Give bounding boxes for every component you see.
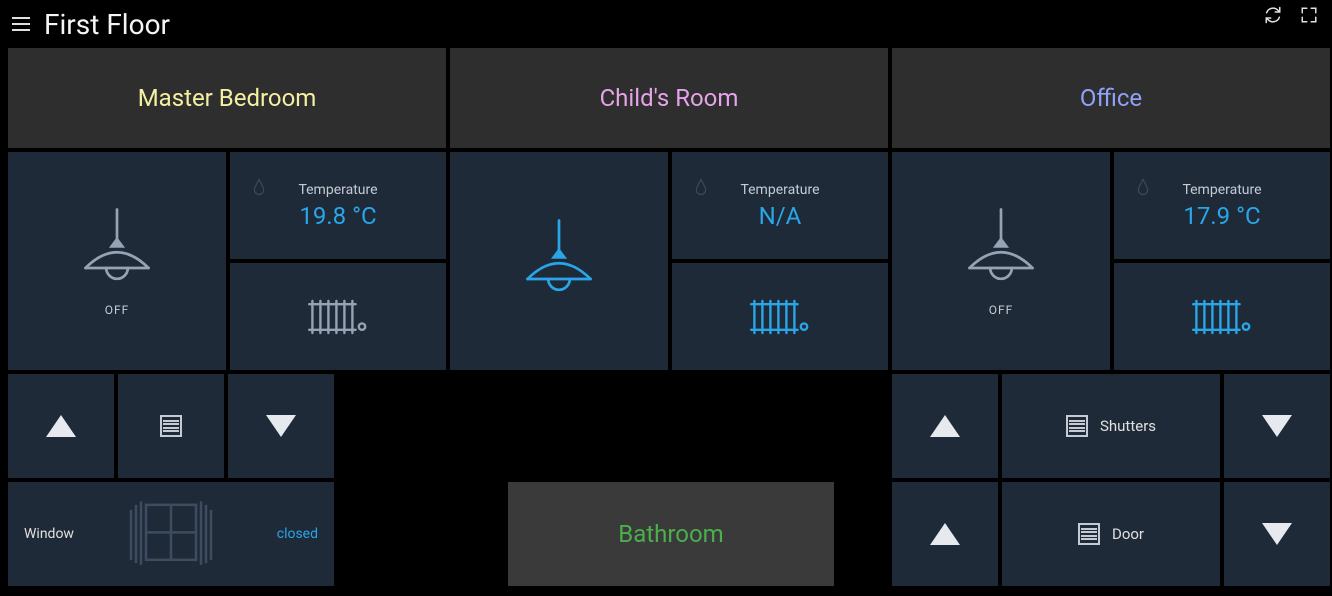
master-radiator-tile[interactable] bbox=[230, 263, 446, 370]
child-light-tile[interactable] bbox=[450, 152, 668, 370]
topbar-actions bbox=[1264, 6, 1318, 24]
col-office: Office OFF Temperature 17.9 °C bbox=[892, 48, 1330, 586]
radiator-icon bbox=[1190, 293, 1254, 341]
room-header-office[interactable]: Office bbox=[892, 48, 1330, 148]
col-child: Child's Room Temperature N/A bbox=[450, 48, 888, 586]
fullscreen-icon[interactable] bbox=[1300, 6, 1318, 24]
master-window-tile[interactable]: Window closed bbox=[8, 482, 334, 586]
shutters-label: Shutters bbox=[1100, 417, 1156, 435]
office-light-tile[interactable]: OFF bbox=[892, 152, 1110, 370]
page-title: First Floor bbox=[44, 8, 170, 41]
office-door-row: Door bbox=[892, 482, 1330, 586]
spacer bbox=[338, 482, 446, 586]
menu-icon[interactable] bbox=[12, 15, 30, 33]
triangle-down-icon bbox=[266, 415, 296, 437]
room-header-bathroom[interactable]: Bathroom bbox=[508, 482, 834, 586]
ceiling-lamp-icon bbox=[72, 205, 162, 295]
window-label: Window bbox=[24, 526, 74, 542]
master-window-row: Window closed bbox=[8, 482, 446, 586]
triangle-down-icon bbox=[1262, 523, 1292, 545]
master-window-status: closed bbox=[277, 526, 318, 542]
child-temp-value: N/A bbox=[759, 202, 802, 230]
door-label: Door bbox=[1112, 525, 1144, 543]
office-temp-value: 17.9 °C bbox=[1183, 202, 1260, 230]
refresh-icon[interactable] bbox=[1264, 6, 1282, 24]
master-shutter-up-button[interactable] bbox=[8, 374, 114, 478]
office-radiator-tile[interactable] bbox=[1114, 263, 1330, 370]
office-shutters-row: Shutters bbox=[892, 374, 1330, 478]
office-shutters-stop-button[interactable]: Shutters bbox=[1002, 374, 1220, 478]
humidity-icon bbox=[1136, 178, 1150, 196]
col-master: Master Bedroom OFF Temperature 19.8 °C bbox=[8, 48, 446, 586]
master-light-tile[interactable]: OFF bbox=[8, 152, 226, 370]
office-shutters-up-button[interactable] bbox=[892, 374, 998, 478]
master-shutter-stop-button[interactable] bbox=[118, 374, 224, 478]
room-header-child[interactable]: Child's Room bbox=[450, 48, 888, 148]
office-temp-tile[interactable]: Temperature 17.9 °C bbox=[1114, 152, 1330, 259]
shutter-icon bbox=[1066, 415, 1088, 437]
office-door-stop-button[interactable]: Door bbox=[1002, 482, 1220, 586]
radiator-icon bbox=[748, 293, 812, 341]
radiator-icon bbox=[306, 293, 370, 341]
master-climate-row: OFF Temperature 19.8 °C bbox=[8, 152, 446, 370]
shutter-icon bbox=[160, 415, 182, 437]
office-door-down-button[interactable] bbox=[1224, 482, 1330, 586]
child-climate-row: Temperature N/A bbox=[450, 152, 888, 370]
humidity-icon bbox=[694, 178, 708, 196]
master-shutter-down-button[interactable] bbox=[228, 374, 334, 478]
temp-label: Temperature bbox=[1182, 182, 1261, 198]
triangle-up-icon bbox=[46, 415, 76, 437]
room-header-master[interactable]: Master Bedroom bbox=[8, 48, 446, 148]
child-temp-tile[interactable]: Temperature N/A bbox=[672, 152, 888, 259]
master-shutter-row bbox=[8, 374, 446, 478]
spacer bbox=[838, 482, 888, 586]
child-radiator-tile[interactable] bbox=[672, 263, 888, 370]
ceiling-lamp-icon bbox=[514, 216, 604, 306]
spacer bbox=[450, 374, 888, 478]
temp-label: Temperature bbox=[298, 182, 377, 198]
triangle-up-icon bbox=[930, 415, 960, 437]
topbar: First Floor bbox=[0, 0, 1332, 48]
office-light-state: OFF bbox=[989, 303, 1014, 317]
shutter-icon bbox=[1078, 523, 1100, 545]
spacer bbox=[450, 482, 504, 586]
bathroom-header-row: Bathroom bbox=[450, 482, 888, 586]
triangle-up-icon bbox=[930, 523, 960, 545]
room-grid: Master Bedroom OFF Temperature 19.8 °C bbox=[0, 48, 1332, 586]
master-temp-tile[interactable]: Temperature 19.8 °C bbox=[230, 152, 446, 259]
office-door-up-button[interactable] bbox=[892, 482, 998, 586]
office-shutters-down-button[interactable] bbox=[1224, 374, 1330, 478]
spacer bbox=[338, 374, 446, 478]
humidity-icon bbox=[252, 178, 266, 196]
window-icon bbox=[121, 494, 221, 574]
triangle-down-icon bbox=[1262, 415, 1292, 437]
ceiling-lamp-icon bbox=[956, 205, 1046, 295]
master-light-state: OFF bbox=[105, 303, 130, 317]
office-climate-row: OFF Temperature 17.9 °C bbox=[892, 152, 1330, 370]
master-temp-value: 19.8 °C bbox=[299, 202, 376, 230]
temp-label: Temperature bbox=[740, 182, 819, 198]
